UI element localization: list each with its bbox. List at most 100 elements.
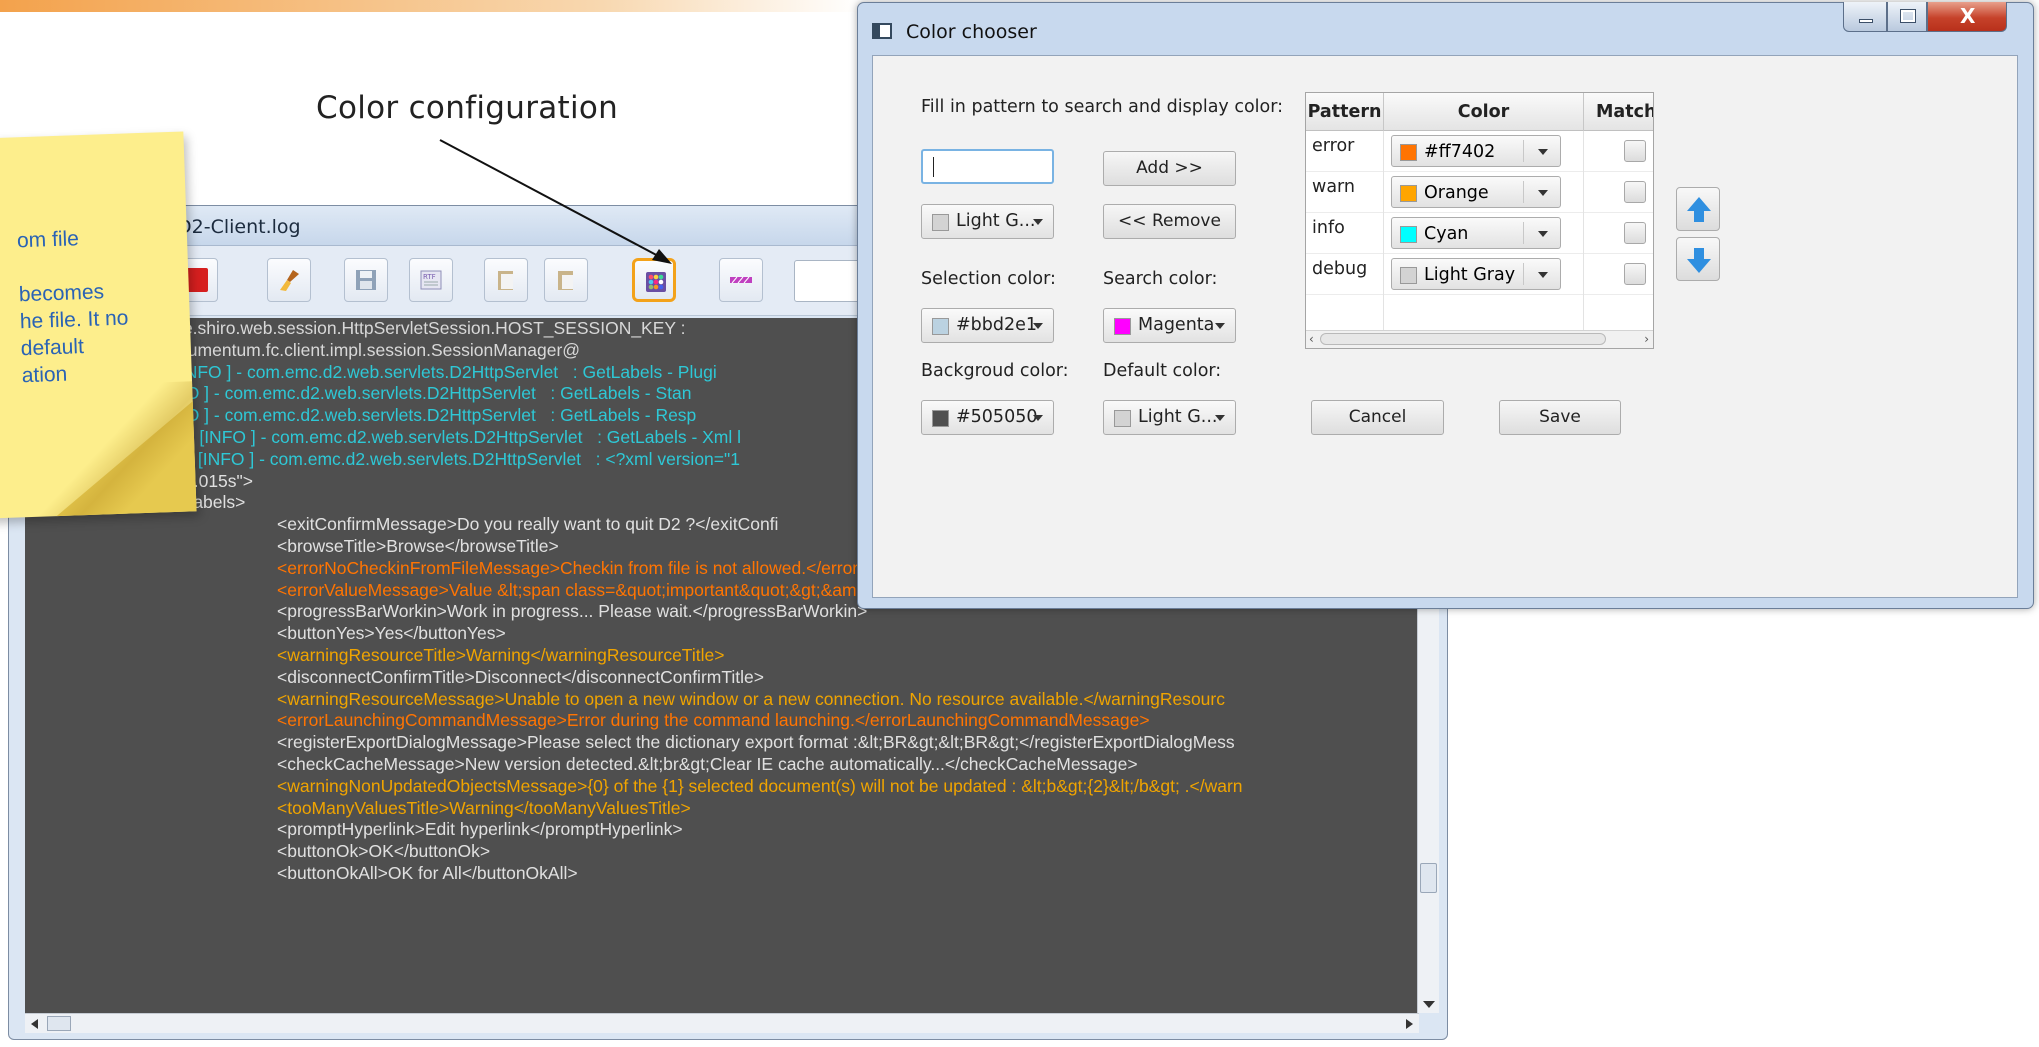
selection-color-swatch [932, 318, 949, 335]
maximize-button[interactable] [1887, 2, 1927, 32]
row-color-combo[interactable]: Orange [1391, 176, 1561, 208]
match-case-checkbox[interactable] [1624, 181, 1646, 203]
match-case-cell [1584, 213, 1653, 254]
pattern-cell: debug [1306, 254, 1384, 295]
save-button[interactable] [344, 258, 388, 302]
log-line: <checkCacheMessage>New version detected.… [277, 753, 1138, 774]
svg-text:RTF: RTF [423, 273, 436, 281]
add-button[interactable]: Add >> [1103, 151, 1236, 186]
log-line: <buttonOk>OK</buttonOk> [277, 841, 491, 862]
arrow-down-icon [1687, 248, 1711, 273]
sticky-note-text: om file becomes he file. It no default a… [0, 222, 182, 391]
table-scroll-thumb[interactable] [1320, 333, 1606, 345]
search-color-combo[interactable]: Magenta [1103, 308, 1236, 343]
combo-separator [1523, 140, 1524, 162]
caption-color-configuration: Color configuration [316, 90, 619, 126]
move-down-button[interactable] [1676, 237, 1720, 281]
match-case-cell [1584, 172, 1653, 213]
background-color-swatch [932, 410, 949, 427]
rtf-icon: RTF [420, 270, 442, 290]
log-line: <warningResourceTitle>Warning</warningRe… [277, 644, 725, 665]
remove-button[interactable]: << Remove [1103, 204, 1236, 239]
column-header-color[interactable]: Color [1384, 93, 1584, 131]
row-color-swatch [1400, 226, 1417, 243]
color-cell: Light Gray [1384, 254, 1584, 295]
pattern-table: Pattern Color Match c error #ff7402 warn Or… [1305, 92, 1654, 349]
row-color-swatch [1400, 267, 1417, 284]
background-color-value: #505050 [956, 407, 1038, 427]
minimize-button[interactable] [1843, 2, 1887, 32]
save-icon [356, 270, 376, 290]
save-button[interactable]: Save [1499, 400, 1621, 435]
default-color-combo[interactable]: Light G... [1103, 400, 1236, 435]
pattern-cell: error [1306, 131, 1384, 172]
background-color-combo[interactable]: #505050 [921, 400, 1054, 435]
match-case-cell [1584, 131, 1653, 172]
slide-accent-bar [0, 0, 860, 12]
row-color-combo[interactable]: Cyan [1391, 217, 1561, 249]
match-case-cell [1584, 254, 1653, 295]
window-app-icon [872, 23, 892, 39]
export-rtf-button[interactable]: RTF [409, 258, 453, 302]
color-config-button[interactable] [632, 258, 676, 302]
log-window-title: D2-Client.log [177, 216, 301, 238]
selection-color-label: Selection color: [921, 269, 1056, 289]
log-vertical-scroll-thumb[interactable] [1420, 863, 1437, 893]
log-line: <warningNonUpdatedObjectsMessage>{0} of … [277, 775, 1243, 796]
match-case-checkbox[interactable] [1624, 140, 1646, 162]
table-row[interactable]: debug Light Gray [1306, 254, 1653, 295]
row-color-swatch [1400, 185, 1417, 202]
move-up-button[interactable] [1676, 187, 1720, 231]
row-color-swatch [1400, 144, 1417, 161]
log-line: <warningResourceMessage>Unable to open a… [277, 688, 1225, 709]
scroll-left-arrow-icon[interactable] [31, 1019, 38, 1029]
highlight-button[interactable] [719, 258, 763, 302]
table-row[interactable]: warn Orange [1306, 172, 1653, 213]
log-line: <errorLaunchingCommandMessage>Error duri… [277, 710, 1150, 731]
scroll-down-arrow-icon[interactable] [1423, 1001, 1435, 1008]
text-caret [933, 157, 934, 177]
selection-color-combo[interactable]: #bbd2e1 [921, 308, 1054, 343]
table-row[interactable]: info Cyan [1306, 213, 1653, 254]
arrow-up-icon [1687, 197, 1711, 222]
combo-separator [1523, 222, 1524, 244]
dialog-titlebar: Color chooser X [858, 2, 2033, 57]
clear-button[interactable] [267, 258, 311, 302]
log-line: <buttonYes>Yes</buttonYes> [277, 623, 506, 644]
instruction-label: Fill in pattern to search and display co… [921, 97, 1284, 117]
default-color-value: Light G... [1138, 407, 1218, 427]
minimize-icon [1859, 19, 1873, 23]
row-color-combo[interactable]: Light Gray [1391, 258, 1561, 290]
color-cell: Cyan [1384, 213, 1584, 254]
pattern-color-swatch [932, 214, 949, 231]
scroll-right-icon[interactable]: › [1644, 332, 1649, 346]
close-icon: X [1960, 4, 1976, 28]
sticky-note-curl-shade [32, 381, 197, 517]
pattern-input[interactable] [921, 149, 1054, 184]
scroll-left-icon[interactable]: ‹ [1309, 332, 1314, 346]
broom-icon [280, 270, 299, 291]
table-row[interactable]: error #ff7402 [1306, 131, 1653, 172]
paste-button[interactable] [544, 258, 588, 302]
pattern-color-combo[interactable]: Light G... [921, 204, 1054, 239]
copy-button[interactable] [484, 258, 528, 302]
default-color-label: Default color: [1103, 361, 1222, 381]
color-cell: #ff7402 [1384, 131, 1584, 172]
match-case-checkbox[interactable] [1624, 263, 1646, 285]
row-color-value: Light Gray [1424, 265, 1516, 285]
chevron-down-icon [1033, 219, 1043, 225]
search-color-value: Magenta [1138, 315, 1215, 335]
column-header-match-case[interactable]: Match c [1584, 93, 1653, 131]
match-case-checkbox[interactable] [1624, 222, 1646, 244]
close-button[interactable]: X [1927, 2, 2007, 32]
log-line: <disconnectConfirmTitle>Disconnect</disc… [277, 666, 764, 687]
scroll-right-arrow-icon[interactable] [1406, 1019, 1413, 1029]
combo-separator [1523, 181, 1524, 203]
column-header-pattern[interactable]: Pattern [1306, 93, 1384, 131]
row-color-combo[interactable]: #ff7402 [1391, 135, 1561, 167]
table-horizontal-scrollbar[interactable]: ‹ › [1306, 330, 1653, 348]
log-horizontal-scrollbar[interactable] [25, 1013, 1419, 1033]
log-horizontal-scroll-thumb[interactable] [47, 1016, 71, 1031]
row-color-value: #ff7402 [1424, 142, 1496, 162]
cancel-button[interactable]: Cancel [1311, 400, 1444, 435]
